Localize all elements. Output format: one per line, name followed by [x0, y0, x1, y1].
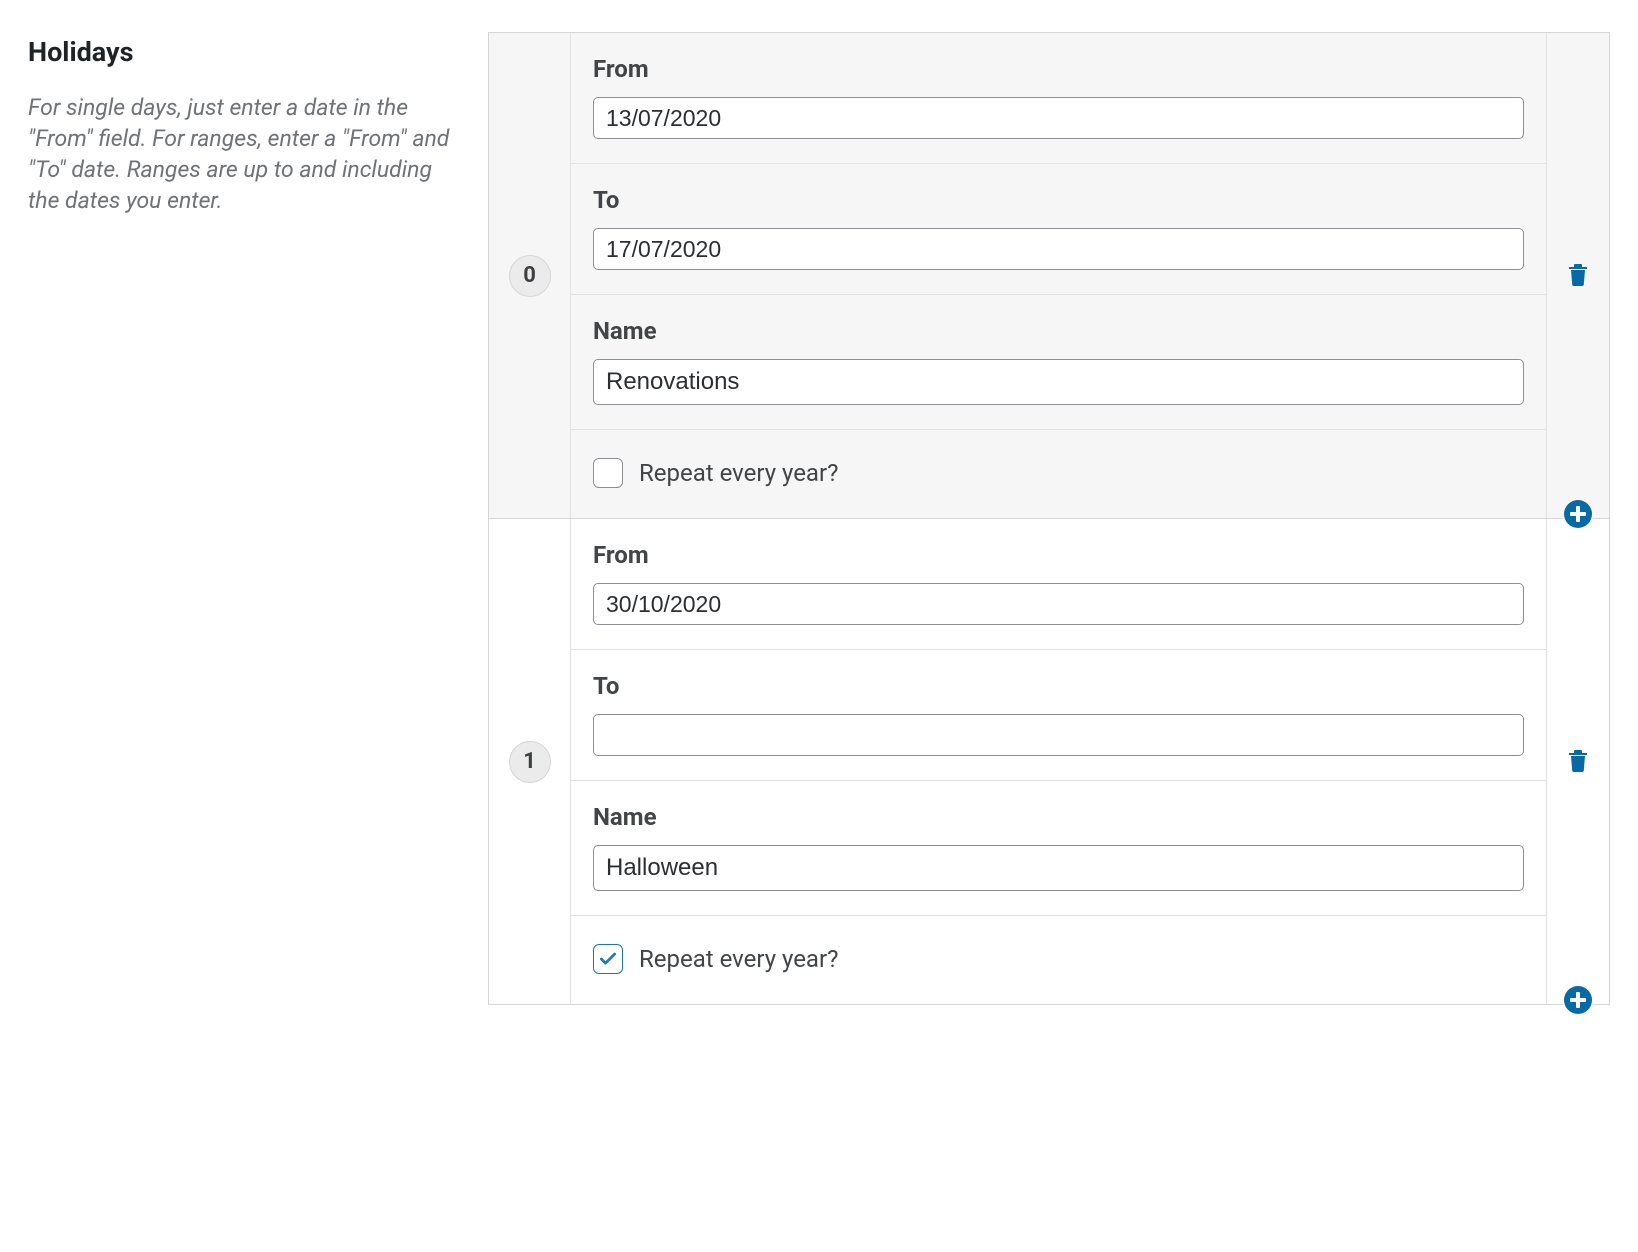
add-row-button[interactable]	[1563, 985, 1593, 1019]
name-field-block: Name	[571, 295, 1546, 430]
row-index-badge: 0	[509, 255, 551, 297]
to-input[interactable]	[593, 228, 1524, 270]
row-actions	[1547, 519, 1609, 1004]
repeat-checkbox[interactable]	[593, 944, 623, 974]
sidebar: Holidays For single days, just enter a d…	[28, 32, 488, 216]
repeat-block: Repeat every year?	[571, 430, 1546, 518]
plus-circle-icon	[1563, 985, 1593, 1019]
holiday-row: 0 From To Name	[489, 33, 1609, 519]
delete-row-button[interactable]	[1566, 747, 1590, 777]
to-label: To	[593, 186, 1524, 214]
name-input[interactable]	[593, 845, 1524, 891]
holidays-section: Holidays For single days, just enter a d…	[0, 0, 1638, 1252]
to-field-block: To	[571, 650, 1546, 781]
from-field-block: From	[571, 519, 1546, 650]
repeat-label: Repeat every year?	[639, 945, 838, 973]
row-index-cell: 0	[489, 33, 571, 518]
holiday-rows: 0 From To Name	[488, 32, 1610, 1005]
row-index-cell: 1	[489, 519, 571, 1004]
add-row-button[interactable]	[1563, 499, 1593, 533]
to-field-block: To	[571, 164, 1546, 295]
repeat-block: Repeat every year?	[571, 916, 1546, 1004]
name-label: Name	[593, 317, 1524, 345]
repeat-checkbox[interactable]	[593, 458, 623, 488]
plus-circle-icon	[1563, 499, 1593, 533]
repeat-label: Repeat every year?	[639, 459, 838, 487]
from-input[interactable]	[593, 583, 1524, 625]
name-input[interactable]	[593, 359, 1524, 405]
row-fields: From To Name Repeat every year?	[571, 33, 1547, 518]
section-title: Holidays	[28, 36, 468, 68]
from-field-block: From	[571, 33, 1546, 164]
from-label: From	[593, 541, 1524, 569]
from-label: From	[593, 55, 1524, 83]
holiday-row: 1 From To Name	[489, 519, 1609, 1004]
name-field-block: Name	[571, 781, 1546, 916]
to-input[interactable]	[593, 714, 1524, 756]
trash-icon	[1566, 261, 1590, 291]
trash-icon	[1566, 747, 1590, 777]
to-label: To	[593, 672, 1524, 700]
row-index-badge: 1	[509, 741, 551, 783]
delete-row-button[interactable]	[1566, 261, 1590, 291]
section-help-text: For single days, just enter a date in th…	[28, 92, 468, 216]
name-label: Name	[593, 803, 1524, 831]
row-fields: From To Name Repeat every year?	[571, 519, 1547, 1004]
row-actions	[1547, 33, 1609, 518]
from-input[interactable]	[593, 97, 1524, 139]
